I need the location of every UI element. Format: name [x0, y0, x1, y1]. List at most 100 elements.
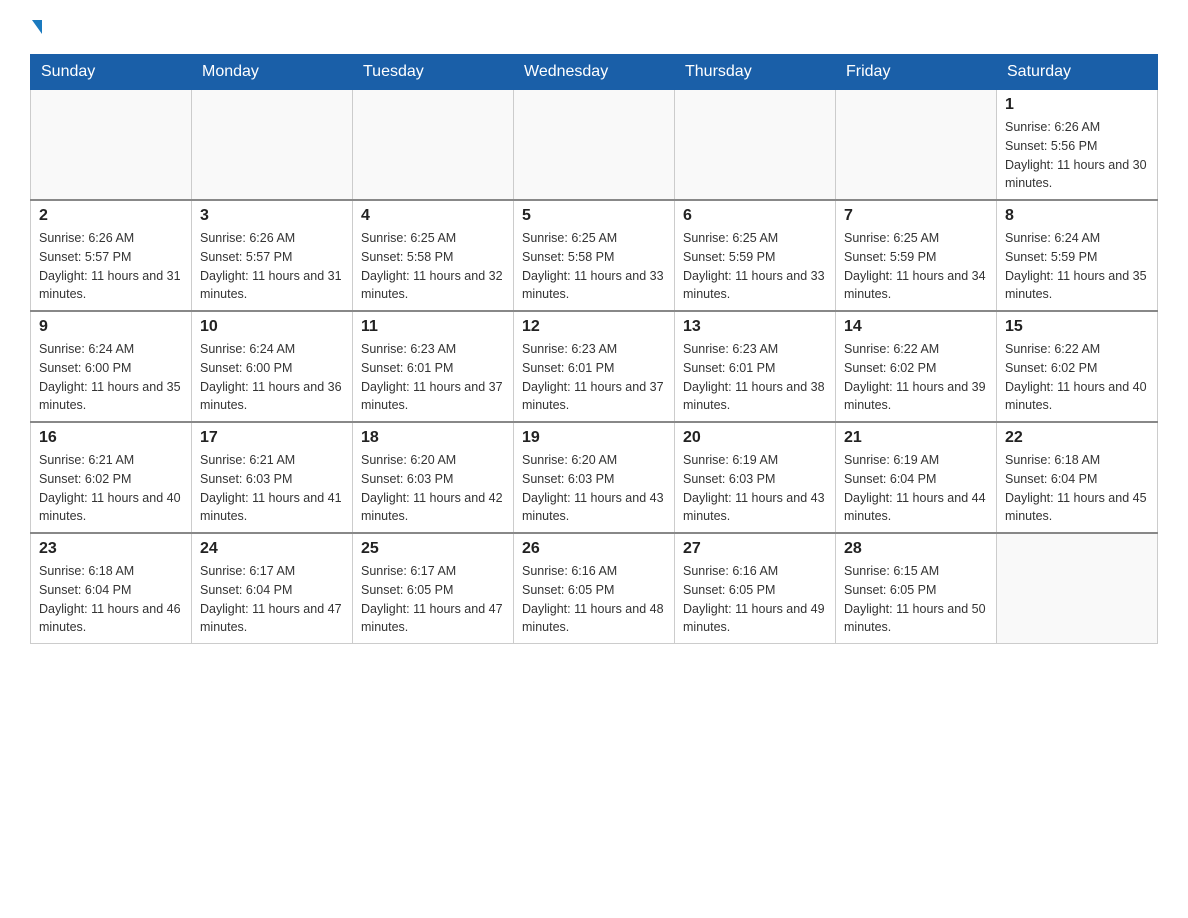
day-number: 12 — [522, 318, 666, 336]
day-info: Sunrise: 6:23 AMSunset: 6:01 PMDaylight:… — [361, 340, 505, 415]
day-number: 20 — [683, 429, 827, 447]
day-number: 27 — [683, 540, 827, 558]
logo-triangle-icon — [32, 20, 42, 34]
day-number: 11 — [361, 318, 505, 336]
calendar-header-row: SundayMondayTuesdayWednesdayThursdayFrid… — [31, 55, 1158, 90]
calendar-day-cell: 24 Sunrise: 6:17 AMSunset: 6:04 PMDayligh… — [192, 533, 353, 644]
day-info: Sunrise: 6:17 AMSunset: 6:05 PMDaylight:… — [361, 562, 505, 637]
calendar-day-cell: 12 Sunrise: 6:23 AMSunset: 6:01 PMDayligh… — [514, 311, 675, 422]
weekday-header-sunday: Sunday — [31, 55, 192, 90]
day-number: 6 — [683, 207, 827, 225]
day-number: 1 — [1005, 96, 1149, 114]
day-number: 10 — [200, 318, 344, 336]
calendar-day-cell: 15Sunrise: 6:22 AMSunset: 6:02 PMDayligh… — [997, 311, 1158, 422]
day-info: Sunrise: 6:24 AMSunset: 6:00 PMDaylight:… — [200, 340, 344, 415]
calendar-day-cell: 16 Sunrise: 6:21 AMSunset: 6:02 PMDayligh… — [31, 422, 192, 533]
day-number: 5 — [522, 207, 666, 225]
day-info: Sunrise: 6:21 AMSunset: 6:03 PMDaylight:… — [200, 451, 344, 526]
day-number: 16 — [39, 429, 183, 447]
day-info: Sunrise: 6:16 AMSunset: 6:05 PMDaylight:… — [522, 562, 666, 637]
calendar-day-cell: 26 Sunrise: 6:16 AMSunset: 6:05 PMDayligh… — [514, 533, 675, 644]
day-info: Sunrise: 6:20 AMSunset: 6:03 PMDaylight:… — [522, 451, 666, 526]
day-number: 26 — [522, 540, 666, 558]
day-number: 25 — [361, 540, 505, 558]
calendar-day-cell: 7 Sunrise: 6:25 AMSunset: 5:59 PMDaylight… — [836, 200, 997, 311]
day-info: Sunrise: 6:26 AMSunset: 5:56 PMDaylight:… — [1005, 118, 1149, 193]
calendar-day-cell: 17 Sunrise: 6:21 AMSunset: 6:03 PMDayligh… — [192, 422, 353, 533]
day-number: 19 — [522, 429, 666, 447]
day-info: Sunrise: 6:18 AMSunset: 6:04 PMDaylight:… — [39, 562, 183, 637]
day-number: 24 — [200, 540, 344, 558]
weekday-header-monday: Monday — [192, 55, 353, 90]
calendar-day-cell — [997, 533, 1158, 644]
day-info: Sunrise: 6:24 AMSunset: 5:59 PMDaylight:… — [1005, 229, 1149, 304]
day-info: Sunrise: 6:22 AMSunset: 6:02 PMDaylight:… — [844, 340, 988, 415]
day-info: Sunrise: 6:25 AMSunset: 5:59 PMDaylight:… — [844, 229, 988, 304]
calendar-day-cell: 9 Sunrise: 6:24 AMSunset: 6:00 PMDaylight… — [31, 311, 192, 422]
calendar-day-cell: 23 Sunrise: 6:18 AMSunset: 6:04 PMDayligh… — [31, 533, 192, 644]
calendar-day-cell: 11 Sunrise: 6:23 AMSunset: 6:01 PMDayligh… — [353, 311, 514, 422]
day-info: Sunrise: 6:23 AMSunset: 6:01 PMDaylight:… — [683, 340, 827, 415]
calendar-week-row: 16 Sunrise: 6:21 AMSunset: 6:02 PMDayligh… — [31, 422, 1158, 533]
day-number: 23 — [39, 540, 183, 558]
day-info: Sunrise: 6:16 AMSunset: 6:05 PMDaylight:… — [683, 562, 827, 637]
day-number: 14 — [844, 318, 988, 336]
day-info: Sunrise: 6:26 AMSunset: 5:57 PMDaylight:… — [39, 229, 183, 304]
weekday-header-tuesday: Tuesday — [353, 55, 514, 90]
calendar-day-cell — [31, 90, 192, 201]
calendar-week-row: 9 Sunrise: 6:24 AMSunset: 6:00 PMDaylight… — [31, 311, 1158, 422]
day-number: 17 — [200, 429, 344, 447]
calendar-table: SundayMondayTuesdayWednesdayThursdayFrid… — [30, 54, 1158, 644]
day-number: 13 — [683, 318, 827, 336]
day-info: Sunrise: 6:25 AMSunset: 5:59 PMDaylight:… — [683, 229, 827, 304]
calendar-week-row: 1 Sunrise: 6:26 AMSunset: 5:56 PMDaylight… — [31, 90, 1158, 201]
calendar-day-cell: 13 Sunrise: 6:23 AMSunset: 6:01 PMDayligh… — [675, 311, 836, 422]
day-info: Sunrise: 6:22 AMSunset: 6:02 PMDaylight:… — [1005, 340, 1149, 415]
day-number: 4 — [361, 207, 505, 225]
page-header — [30, 20, 1158, 34]
calendar-week-row: 23 Sunrise: 6:18 AMSunset: 6:04 PMDayligh… — [31, 533, 1158, 644]
calendar-day-cell: 19 Sunrise: 6:20 AMSunset: 6:03 PMDayligh… — [514, 422, 675, 533]
calendar-day-cell: 27 Sunrise: 6:16 AMSunset: 6:05 PMDayligh… — [675, 533, 836, 644]
calendar-day-cell: 2 Sunrise: 6:26 AMSunset: 5:57 PMDaylight… — [31, 200, 192, 311]
day-info: Sunrise: 6:17 AMSunset: 6:04 PMDaylight:… — [200, 562, 344, 637]
calendar-day-cell: 20 Sunrise: 6:19 AMSunset: 6:03 PMDayligh… — [675, 422, 836, 533]
calendar-day-cell: 25 Sunrise: 6:17 AMSunset: 6:05 PMDayligh… — [353, 533, 514, 644]
weekday-header-saturday: Saturday — [997, 55, 1158, 90]
day-info: Sunrise: 6:24 AMSunset: 6:00 PMDaylight:… — [39, 340, 183, 415]
calendar-day-cell: 4 Sunrise: 6:25 AMSunset: 5:58 PMDaylight… — [353, 200, 514, 311]
day-number: 22 — [1005, 429, 1149, 447]
calendar-day-cell — [836, 90, 997, 201]
calendar-day-cell: 10 Sunrise: 6:24 AMSunset: 6:00 PMDayligh… — [192, 311, 353, 422]
day-number: 7 — [844, 207, 988, 225]
calendar-day-cell: 21 Sunrise: 6:19 AMSunset: 6:04 PMDayligh… — [836, 422, 997, 533]
day-number: 9 — [39, 318, 183, 336]
day-info: Sunrise: 6:19 AMSunset: 6:04 PMDaylight:… — [844, 451, 988, 526]
calendar-day-cell — [675, 90, 836, 201]
weekday-header-thursday: Thursday — [675, 55, 836, 90]
day-number: 21 — [844, 429, 988, 447]
calendar-day-cell: 1 Sunrise: 6:26 AMSunset: 5:56 PMDaylight… — [997, 90, 1158, 201]
day-number: 2 — [39, 207, 183, 225]
day-info: Sunrise: 6:23 AMSunset: 6:01 PMDaylight:… — [522, 340, 666, 415]
calendar-day-cell: 5 Sunrise: 6:25 AMSunset: 5:58 PMDaylight… — [514, 200, 675, 311]
calendar-day-cell: 18 Sunrise: 6:20 AMSunset: 6:03 PMDayligh… — [353, 422, 514, 533]
calendar-day-cell — [353, 90, 514, 201]
calendar-day-cell: 3 Sunrise: 6:26 AMSunset: 5:57 PMDaylight… — [192, 200, 353, 311]
calendar-day-cell: 22Sunrise: 6:18 AMSunset: 6:04 PMDayligh… — [997, 422, 1158, 533]
day-info: Sunrise: 6:25 AMSunset: 5:58 PMDaylight:… — [361, 229, 505, 304]
day-number: 18 — [361, 429, 505, 447]
day-info: Sunrise: 6:26 AMSunset: 5:57 PMDaylight:… — [200, 229, 344, 304]
calendar-day-cell: 8Sunrise: 6:24 AMSunset: 5:59 PMDaylight… — [997, 200, 1158, 311]
calendar-day-cell: 6 Sunrise: 6:25 AMSunset: 5:59 PMDaylight… — [675, 200, 836, 311]
day-info: Sunrise: 6:20 AMSunset: 6:03 PMDaylight:… — [361, 451, 505, 526]
day-number: 3 — [200, 207, 344, 225]
calendar-week-row: 2 Sunrise: 6:26 AMSunset: 5:57 PMDaylight… — [31, 200, 1158, 311]
day-number: 28 — [844, 540, 988, 558]
calendar-day-cell: 14 Sunrise: 6:22 AMSunset: 6:02 PMDayligh… — [836, 311, 997, 422]
day-info: Sunrise: 6:21 AMSunset: 6:02 PMDaylight:… — [39, 451, 183, 526]
day-info: Sunrise: 6:25 AMSunset: 5:58 PMDaylight:… — [522, 229, 666, 304]
logo — [30, 20, 42, 34]
day-info: Sunrise: 6:19 AMSunset: 6:03 PMDaylight:… — [683, 451, 827, 526]
weekday-header-friday: Friday — [836, 55, 997, 90]
